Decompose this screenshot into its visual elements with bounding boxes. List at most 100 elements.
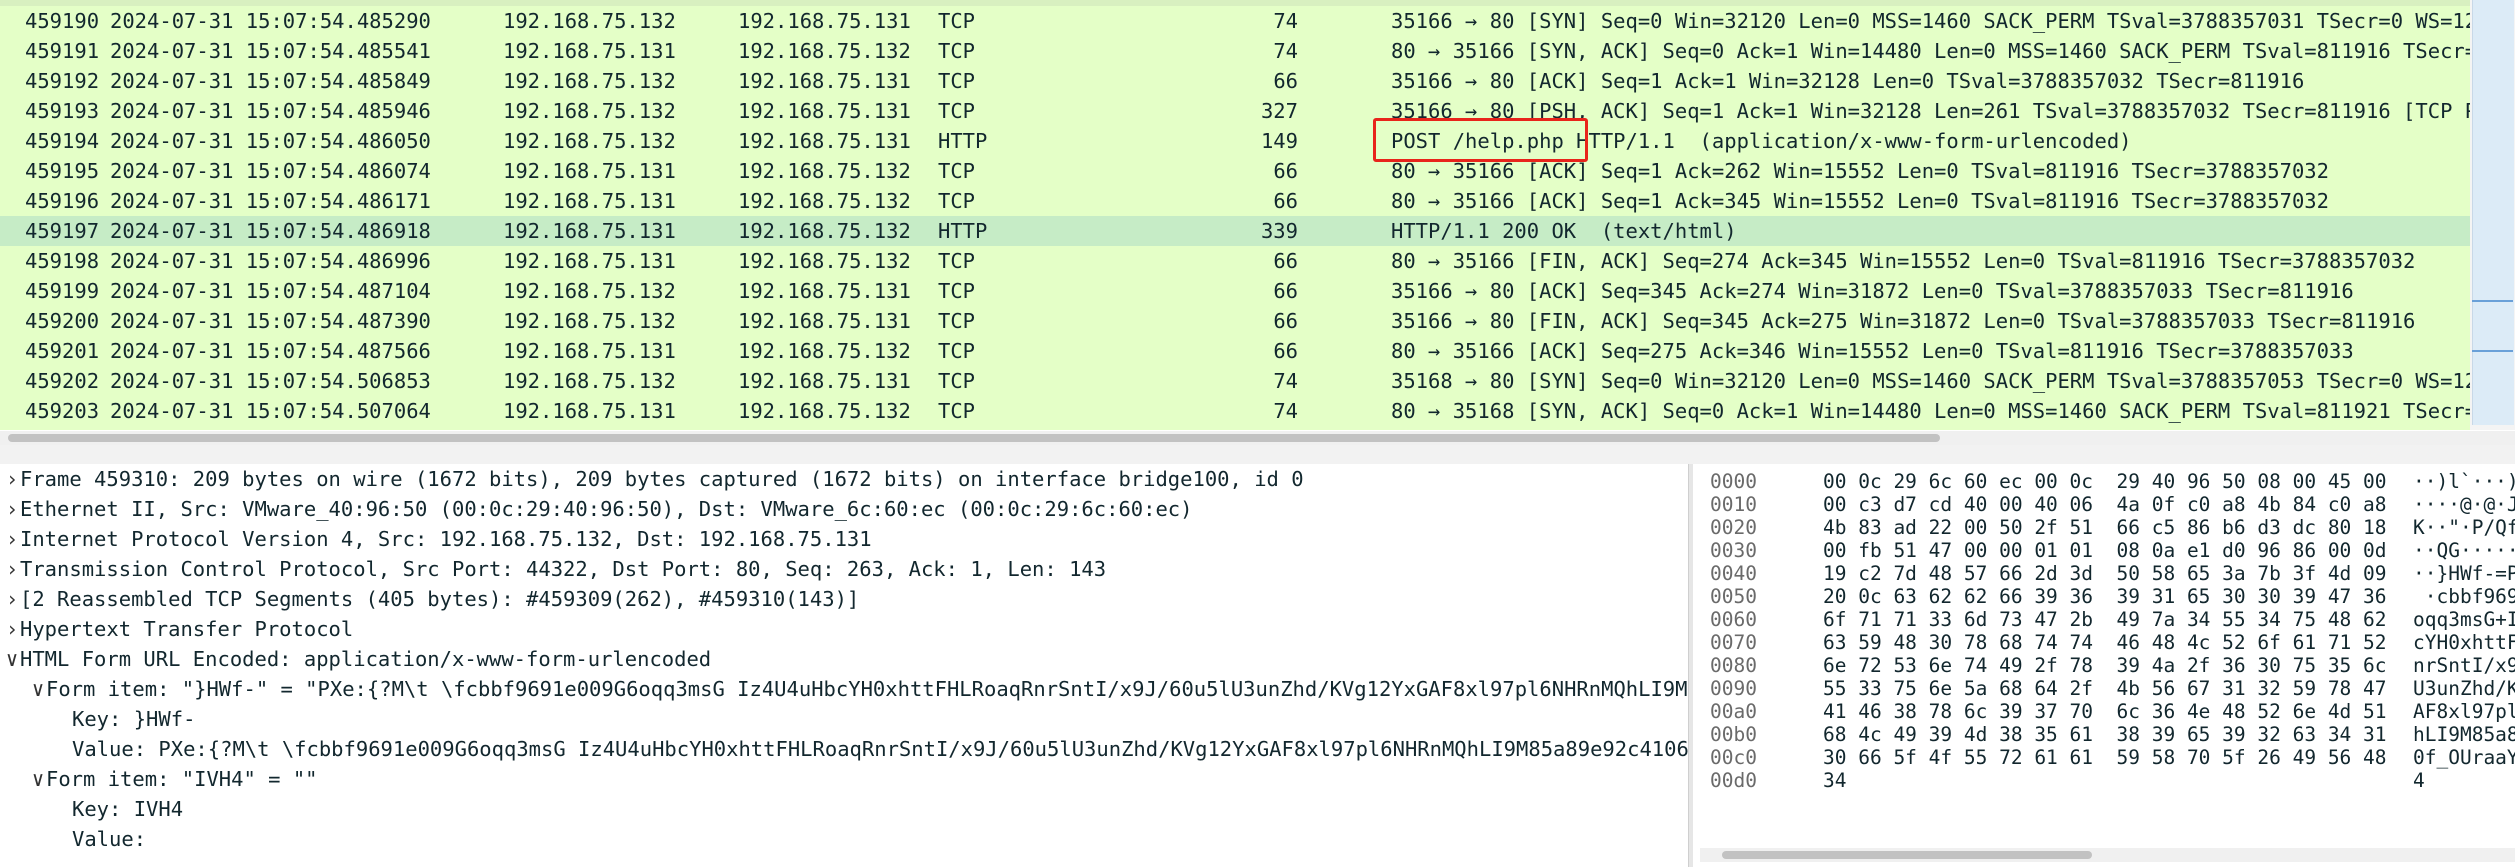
packet-source: 192.168.75.131: [503, 189, 676, 213]
detail-tree-item[interactable]: › Hypertext Transfer Protocol: [0, 614, 1688, 644]
byte-offset[interactable]: 0040: [1710, 562, 1757, 585]
packet-row[interactable]: 459199 2024-07-31 15:07:54.487104 192.168.…: [0, 276, 2470, 306]
hex-bytes[interactable]: 00 0c 29 6c 60 ec 00 0c 29 40 96 50 08 0…: [1823, 470, 2387, 493]
byte-offset[interactable]: 00b0: [1710, 723, 1757, 746]
packet-list-minimap[interactable]: [2472, 0, 2514, 425]
byte-offset[interactable]: 0090: [1710, 677, 1757, 700]
ascii-bytes[interactable]: hLI9M85a89e92c41: [2413, 723, 2515, 746]
byte-offset[interactable]: 00a0: [1710, 700, 1757, 723]
packet-source: 192.168.75.132: [503, 309, 676, 333]
byte-offset[interactable]: 00c0: [1710, 746, 1757, 769]
hex-bytes[interactable]: 6f 71 71 33 6d 73 47 2b 49 7a 34 55 34 7…: [1823, 608, 2387, 631]
packet-list-horizontal-scrollbar[interactable]: [0, 431, 2515, 445]
byte-offset[interactable]: 0020: [1710, 516, 1757, 539]
byte-offset[interactable]: 00d0: [1710, 769, 1757, 792]
detail-tree-item[interactable]: ∨ HTML Form URL Encoded: application/x-ww…: [0, 644, 1688, 674]
detail-tree-text: Hypertext Transfer Protocol: [20, 617, 354, 641]
ascii-bytes[interactable]: ··}HWf-=PXe:{?M·: [2413, 562, 2515, 585]
byte-offset[interactable]: 0030: [1710, 539, 1757, 562]
packet-row[interactable]: 459203 2024-07-31 15:07:54.507064 192.168.…: [0, 396, 2470, 426]
pane-splitter[interactable]: [0, 445, 2515, 465]
collapse-chevron-icon[interactable]: ›: [2, 494, 22, 524]
packet-destination: 192.168.75.132: [738, 219, 911, 243]
packet-list-scroll-thumb[interactable]: [8, 434, 1940, 442]
packet-row[interactable]: 459197 2024-07-31 15:07:54.486918 192.168.…: [0, 216, 2470, 246]
packet-bytes-pane[interactable]: 0000 00 0c 29 6c 60 ec 00 0c 29 40 96 50 …: [1693, 464, 2515, 867]
packet-row[interactable]: 459193 2024-07-31 15:07:54.485946 192.168.…: [0, 96, 2470, 126]
expand-chevron-icon[interactable]: ∨: [2, 644, 22, 674]
detail-tree-item[interactable]: Key: IVH4: [0, 794, 1688, 824]
collapse-chevron-icon[interactable]: ›: [2, 554, 22, 584]
detail-tree-item[interactable]: › Frame 459310: 209 bytes on wire (1672 b…: [0, 464, 1688, 494]
ascii-bytes[interactable]: U3unZhd/KVg12YxG: [2413, 677, 2515, 700]
ascii-bytes[interactable]: ·cbbf9691e009G6: [2413, 585, 2515, 608]
ascii-bytes[interactable]: ··)l`···)@·P··E·: [2413, 470, 2515, 493]
expand-chevron-icon[interactable]: ∨: [28, 764, 48, 794]
bytes-scroll-thumb[interactable]: [1722, 851, 2092, 859]
detail-tree-item[interactable]: › [2 Reassembled TCP Segments (405 bytes)…: [0, 584, 1688, 614]
hex-bytes[interactable]: 63 59 48 30 78 68 74 74 46 48 4c 52 6f 6…: [1823, 631, 2387, 654]
collapse-chevron-icon[interactable]: ›: [2, 584, 22, 614]
hex-bytes[interactable]: 41 46 38 78 6c 39 37 70 6c 36 4e 48 52 6…: [1823, 700, 2387, 723]
detail-tree-item[interactable]: ∨ Form item: "}HWf-" = "PXe:{?M\t \fcbbf9…: [0, 674, 1688, 704]
collapse-chevron-icon[interactable]: ›: [2, 614, 22, 644]
hex-bytes[interactable]: 00 fb 51 47 00 00 01 01 08 0a e1 d0 96 8…: [1823, 539, 2387, 562]
hex-bytes[interactable]: 34: [1823, 769, 1846, 792]
packet-row[interactable]: 459191 2024-07-31 15:07:54.485541 192.168.…: [0, 36, 2470, 66]
ascii-bytes[interactable]: oqq3msG+Iz4U4uHb: [2413, 608, 2515, 631]
ascii-bytes[interactable]: ··QG············: [2413, 539, 2515, 562]
packet-protocol: TCP: [938, 9, 976, 33]
packet-row[interactable]: 459202 2024-07-31 15:07:54.506853 192.168.…: [0, 366, 2470, 396]
collapse-chevron-icon[interactable]: ›: [2, 524, 22, 554]
packet-row[interactable]: 459196 2024-07-31 15:07:54.486171 192.168.…: [0, 186, 2470, 216]
ascii-bytes[interactable]: K··"·P/Qf·······: [2413, 516, 2515, 539]
hex-bytes[interactable]: 68 4c 49 39 4d 38 35 61 38 39 65 39 32 6…: [1823, 723, 2387, 746]
packet-time: 2024-07-31 15:07:54.487104: [110, 279, 431, 303]
detail-tree-item[interactable]: › Transmission Control Protocol, Src Port…: [0, 554, 1688, 584]
ascii-bytes[interactable]: ····@·@·J···K···: [2413, 493, 2515, 516]
byte-offset[interactable]: 0070: [1710, 631, 1757, 654]
packet-row[interactable]: 459195 2024-07-31 15:07:54.486074 192.168.…: [0, 156, 2470, 186]
detail-tree-item[interactable]: ∨ Form item: "IVH4" = "": [0, 764, 1688, 794]
ascii-bytes[interactable]: cYH0xhttFHLRoaqR: [2413, 631, 2515, 654]
hex-bytes[interactable]: 4b 83 ad 22 00 50 2f 51 66 c5 86 b6 d3 d…: [1823, 516, 2387, 539]
detail-tree-item[interactable]: Value:: [0, 824, 1688, 854]
detail-tree-item[interactable]: Value: PXe:{?M\t \fcbbf9691e009G6oqq3msG…: [0, 734, 1688, 764]
packet-protocol: TCP: [938, 309, 976, 333]
detail-tree-item[interactable]: Key: }HWf-: [0, 704, 1688, 734]
packet-details-tree[interactable]: › Frame 459310: 209 bytes on wire (1672 b…: [0, 464, 1688, 867]
hex-bytes[interactable]: 19 c2 7d 48 57 66 2d 3d 50 58 65 3a 7b 3…: [1823, 562, 2387, 585]
hex-bytes[interactable]: 20 0c 63 62 62 66 39 36 39 31 65 30 30 3…: [1823, 585, 2387, 608]
packet-row[interactable]: 459200 2024-07-31 15:07:54.487390 192.168.…: [0, 306, 2470, 336]
packet-destination: 192.168.75.131: [738, 99, 911, 123]
packet-time: 2024-07-31 15:07:54.485946: [110, 99, 431, 123]
hex-bytes[interactable]: 30 66 5f 4f 55 72 61 61 59 58 70 5f 26 4…: [1823, 746, 2387, 769]
byte-offset[interactable]: 0080: [1710, 654, 1757, 677]
byte-offset[interactable]: 0060: [1710, 608, 1757, 631]
detail-tree-text: Form item: "IVH4" = "": [46, 767, 318, 791]
hex-bytes[interactable]: 6e 72 53 6e 74 49 2f 78 39 4a 2f 36 30 7…: [1823, 654, 2387, 677]
packet-row[interactable]: 459198 2024-07-31 15:07:54.486996 192.168.…: [0, 246, 2470, 276]
detail-tree-item[interactable]: › Internet Protocol Version 4, Src: 192.1…: [0, 524, 1688, 554]
hex-bytes[interactable]: 55 33 75 6e 5a 68 64 2f 4b 56 67 31 32 5…: [1823, 677, 2387, 700]
byte-offset[interactable]: 0050: [1710, 585, 1757, 608]
ascii-bytes[interactable]: AF8xl97pl6NHRnMQ: [2413, 700, 2515, 723]
hex-bytes[interactable]: 00 c3 d7 cd 40 00 40 06 4a 0f c0 a8 4b 8…: [1823, 493, 2387, 516]
packet-row[interactable]: 459190 2024-07-31 15:07:54.485290 192.168.…: [0, 6, 2470, 36]
ascii-bytes[interactable]: 0f_OUraaYXp_&IVH: [2413, 746, 2515, 769]
ascii-bytes[interactable]: nrSntI/x9J/60u5l: [2413, 654, 2515, 677]
packet-length: 66: [1273, 69, 1298, 93]
byte-offset[interactable]: 0010: [1710, 493, 1757, 516]
byte-offset[interactable]: 0000: [1710, 470, 1757, 493]
packet-list[interactable]: 459190 2024-07-31 15:07:54.485290 192.168.…: [0, 0, 2470, 430]
packet-length: 74: [1273, 399, 1298, 423]
packet-row[interactable]: 459194 2024-07-31 15:07:54.486050 192.168.…: [0, 126, 2470, 156]
packet-time: 2024-07-31 15:07:54.487566: [110, 339, 431, 363]
packet-info: 35166 → 80 [ACK] Seq=345 Ack=274 Win=318…: [1391, 279, 2354, 303]
expand-chevron-icon[interactable]: ∨: [28, 674, 48, 704]
collapse-chevron-icon[interactable]: ›: [2, 464, 22, 494]
detail-tree-item[interactable]: › Ethernet II, Src: VMware_40:96:50 (00:0…: [0, 494, 1688, 524]
packet-row[interactable]: 459192 2024-07-31 15:07:54.485849 192.168.…: [0, 66, 2470, 96]
ascii-bytes[interactable]: 4: [2413, 769, 2425, 792]
packet-row[interactable]: 459201 2024-07-31 15:07:54.487566 192.168.…: [0, 336, 2470, 366]
